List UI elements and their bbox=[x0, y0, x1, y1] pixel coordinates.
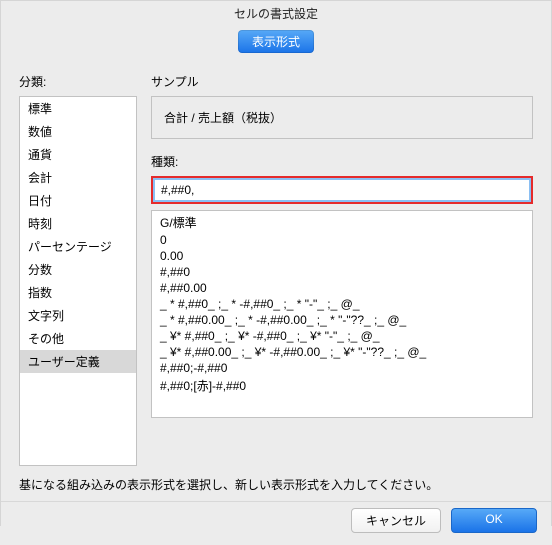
type-item[interactable]: 0 bbox=[152, 232, 532, 248]
ok-button[interactable]: OK bbox=[451, 508, 537, 533]
type-item[interactable]: G/標準 bbox=[152, 213, 532, 232]
category-column: 分類: 標準数値通貨会計日付時刻パーセンテージ分数指数文字列その他ユーザー定義 bbox=[19, 73, 137, 466]
category-item[interactable]: 日付 bbox=[20, 189, 136, 212]
category-item[interactable]: 標準 bbox=[20, 97, 136, 120]
type-item[interactable]: _ ¥* #,##0.00_ ;_ ¥* -#,##0.00_ ;_ ¥* "-… bbox=[152, 344, 532, 360]
type-item[interactable]: #,##0 bbox=[152, 264, 532, 280]
category-item[interactable]: ユーザー定義 bbox=[20, 350, 136, 373]
category-item[interactable]: 分数 bbox=[20, 258, 136, 281]
sample-box: 合計 / 売上額（税抜） bbox=[151, 96, 533, 139]
type-item[interactable]: _ ¥* #,##0_ ;_ ¥* -#,##0_ ;_ ¥* "-"_ ;_ … bbox=[152, 328, 532, 344]
button-row: キャンセル OK bbox=[1, 501, 551, 545]
cancel-button[interactable]: キャンセル bbox=[351, 508, 441, 533]
type-list[interactable]: G/標準00.00#,##0#,##0.00_ * #,##0_ ;_ * -#… bbox=[151, 210, 533, 418]
tab-display-format[interactable]: 表示形式 bbox=[238, 30, 314, 53]
footer-hint: 基になる組み込みの表示形式を選択し、新しい表示形式を入力してください。 bbox=[1, 466, 551, 501]
category-list[interactable]: 標準数値通貨会計日付時刻パーセンテージ分数指数文字列その他ユーザー定義 bbox=[19, 96, 137, 466]
type-label: 種類: bbox=[151, 153, 533, 170]
category-item[interactable]: 会計 bbox=[20, 166, 136, 189]
type-input[interactable] bbox=[154, 179, 530, 201]
category-item[interactable]: その他 bbox=[20, 327, 136, 350]
type-item[interactable]: #,##0;[赤]-#,##0 bbox=[152, 376, 532, 395]
type-item[interactable]: _ * #,##0_ ;_ * -#,##0_ ;_ * "-"_ ;_ @_ bbox=[152, 296, 532, 312]
category-item[interactable]: パーセンテージ bbox=[20, 235, 136, 258]
category-item[interactable]: 時刻 bbox=[20, 212, 136, 235]
body: 分類: 標準数値通貨会計日付時刻パーセンテージ分数指数文字列その他ユーザー定義 … bbox=[1, 73, 551, 466]
category-label: 分類: bbox=[19, 73, 137, 90]
sample-value: 合計 / 売上額（税抜） bbox=[164, 111, 282, 125]
category-item[interactable]: 数値 bbox=[20, 120, 136, 143]
tab-bar: 表示形式 bbox=[1, 24, 551, 63]
right-column: サンプル 合計 / 売上額（税抜） 種類: G/標準00.00#,##0#,##… bbox=[151, 73, 533, 466]
format-cells-dialog: セルの書式設定 表示形式 分類: 標準数値通貨会計日付時刻パーセンテージ分数指数… bbox=[0, 0, 552, 526]
category-item[interactable]: 通貨 bbox=[20, 143, 136, 166]
category-item[interactable]: 指数 bbox=[20, 281, 136, 304]
type-item[interactable]: #,##0.00 bbox=[152, 280, 532, 296]
sample-label: サンプル bbox=[151, 73, 533, 90]
dialog-title: セルの書式設定 bbox=[1, 1, 551, 24]
type-input-highlight bbox=[151, 176, 533, 204]
type-item[interactable]: #,##0;-#,##0 bbox=[152, 360, 532, 376]
category-item[interactable]: 文字列 bbox=[20, 304, 136, 327]
type-item[interactable]: 0.00 bbox=[152, 248, 532, 264]
type-item[interactable]: _ * #,##0.00_ ;_ * -#,##0.00_ ;_ * "-"??… bbox=[152, 312, 532, 328]
